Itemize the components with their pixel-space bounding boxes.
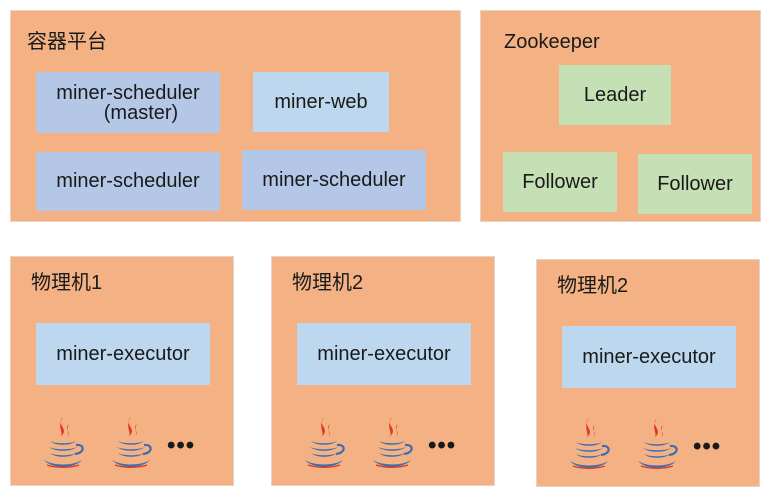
zookeeper-follower-box-2: Follower bbox=[638, 154, 752, 214]
miner-scheduler-box-2: miner-scheduler bbox=[36, 152, 220, 211]
container-platform-panel: 容器平台 miner-scheduler (master) miner-web … bbox=[10, 10, 461, 222]
zookeeper-title: Zookeeper bbox=[504, 31, 600, 53]
java-icon bbox=[109, 415, 153, 469]
miner-executor-box-2: miner-executor bbox=[297, 323, 471, 385]
physical-machine-panel-3: 物理机2 miner-executor ••• bbox=[536, 259, 760, 487]
miner-scheduler-box-3: miner-scheduler bbox=[242, 150, 426, 210]
miner-web-box: miner-web bbox=[253, 72, 389, 132]
more-processes-indicator: ••• bbox=[428, 432, 457, 459]
miner-executor-box-3: miner-executor bbox=[562, 326, 736, 388]
java-icon bbox=[370, 415, 414, 469]
miner-scheduler-master-box: miner-scheduler (master) bbox=[36, 72, 220, 133]
physical-machine-title-2: 物理机2 bbox=[292, 272, 364, 294]
java-icon bbox=[635, 416, 679, 470]
physical-machine-panel-2: 物理机2 miner-executor ••• bbox=[271, 256, 495, 486]
java-icon bbox=[41, 415, 85, 469]
more-processes-indicator: ••• bbox=[167, 432, 196, 459]
physical-machine-title-3: 物理机2 bbox=[557, 275, 629, 297]
container-platform-title: 容器平台 bbox=[27, 31, 107, 53]
miner-executor-box-1: miner-executor bbox=[36, 323, 210, 385]
java-icon bbox=[302, 415, 346, 469]
scheduler-master-label: miner-scheduler bbox=[56, 81, 200, 104]
zookeeper-leader-box: Leader bbox=[559, 65, 671, 125]
physical-machine-title-1: 物理机1 bbox=[31, 272, 103, 294]
zookeeper-follower-box-1: Follower bbox=[503, 152, 617, 212]
scheduler-master-sublabel: (master) bbox=[103, 101, 179, 124]
physical-machine-panel-1: 物理机1 miner-executor ••• bbox=[10, 256, 234, 486]
more-processes-indicator: ••• bbox=[693, 433, 722, 460]
zookeeper-panel: Zookeeper Leader Follower Follower bbox=[480, 10, 761, 222]
java-icon bbox=[567, 416, 611, 470]
